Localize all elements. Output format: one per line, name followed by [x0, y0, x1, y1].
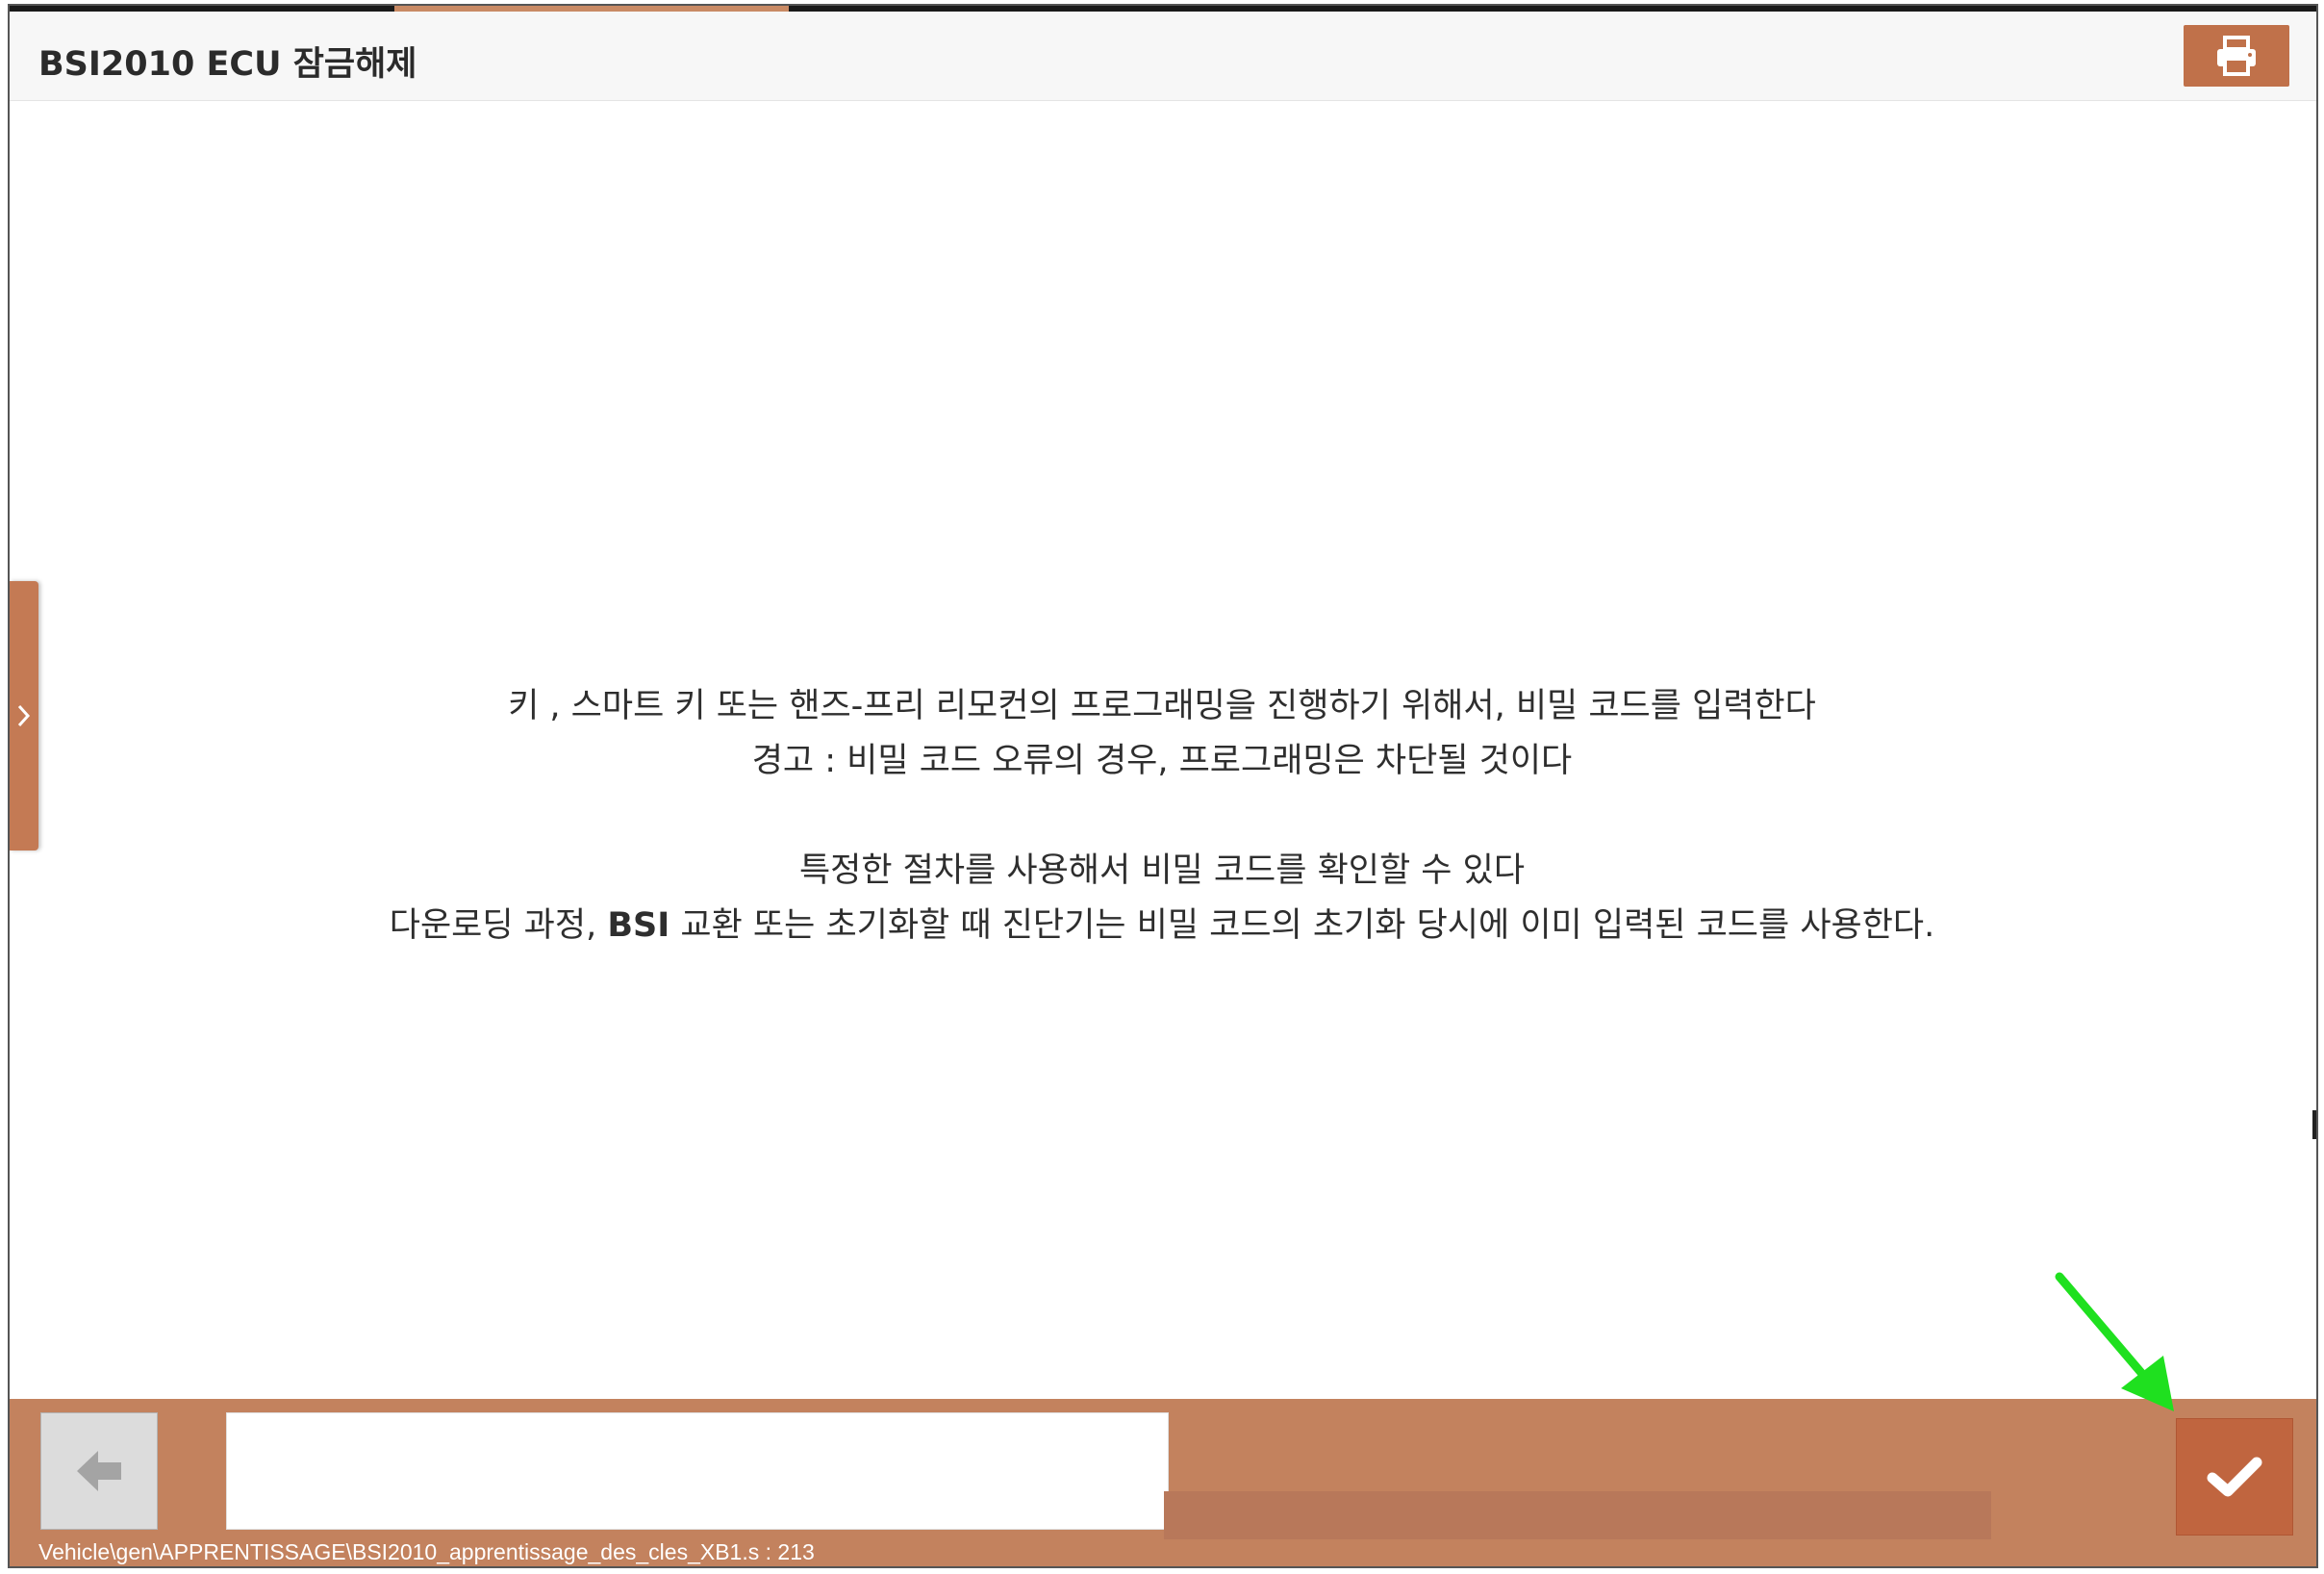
footer-bar: Vehicle\gen\APPRENTISSAGE\BSI2010_appren… — [10, 1399, 2316, 1566]
page-title: BSI2010 ECU 잠금해제 — [38, 45, 417, 84]
code-input[interactable] — [226, 1412, 1169, 1530]
header-bar: BSI2010 ECU 잠금해제 — [10, 12, 2316, 101]
message-line-3: 특정한 절차를 사용해서 비밀 코드를 확인할 수 있다 — [798, 851, 1526, 890]
message-line-4-pre: 다운로딩 과정, — [389, 906, 597, 945]
print-button[interactable] — [2184, 25, 2289, 87]
app-window: BSI2010 ECU 잠금해제 키 , 스마트 키 또는 핸즈-프리 리모컨의… — [8, 4, 2318, 1568]
message-line-4: 다운로딩 과정, BSI 교환 또는 초기화할 때 진단기는 비밀 코드의 초기… — [10, 899, 2314, 953]
printer-icon — [2217, 36, 2256, 76]
right-edge-marker — [2312, 1110, 2316, 1139]
status-path: Vehicle\gen\APPRENTISSAGE\BSI2010_appren… — [38, 1539, 815, 1564]
arrow-left-icon — [77, 1451, 121, 1491]
checkmark-icon — [2207, 1457, 2262, 1497]
message-line-2: 경고 : 비밀 코드 오류의 경우, 프로그래밍은 차단될 것이다 — [751, 742, 1573, 780]
green-arrow-icon — [2055, 1272, 2174, 1411]
message-line-1: 키 , 스마트 키 또는 핸즈-프리 리모컨의 프로그래밍을 진행하기 위해서,… — [508, 687, 1816, 725]
message-line-4-bold: BSI — [607, 906, 670, 945]
confirm-button[interactable] — [2176, 1418, 2293, 1536]
footer-strip — [1164, 1491, 1991, 1539]
message-line-4-post: 교환 또는 초기화할 때 진단기는 비밀 코드의 초기화 당시에 이미 입력된 … — [680, 906, 1935, 945]
back-button[interactable] — [40, 1412, 158, 1530]
instruction-text: 키 , 스마트 키 또는 핸즈-프리 리모컨의 프로그래밍을 진행하기 위해서,… — [10, 679, 2314, 953]
